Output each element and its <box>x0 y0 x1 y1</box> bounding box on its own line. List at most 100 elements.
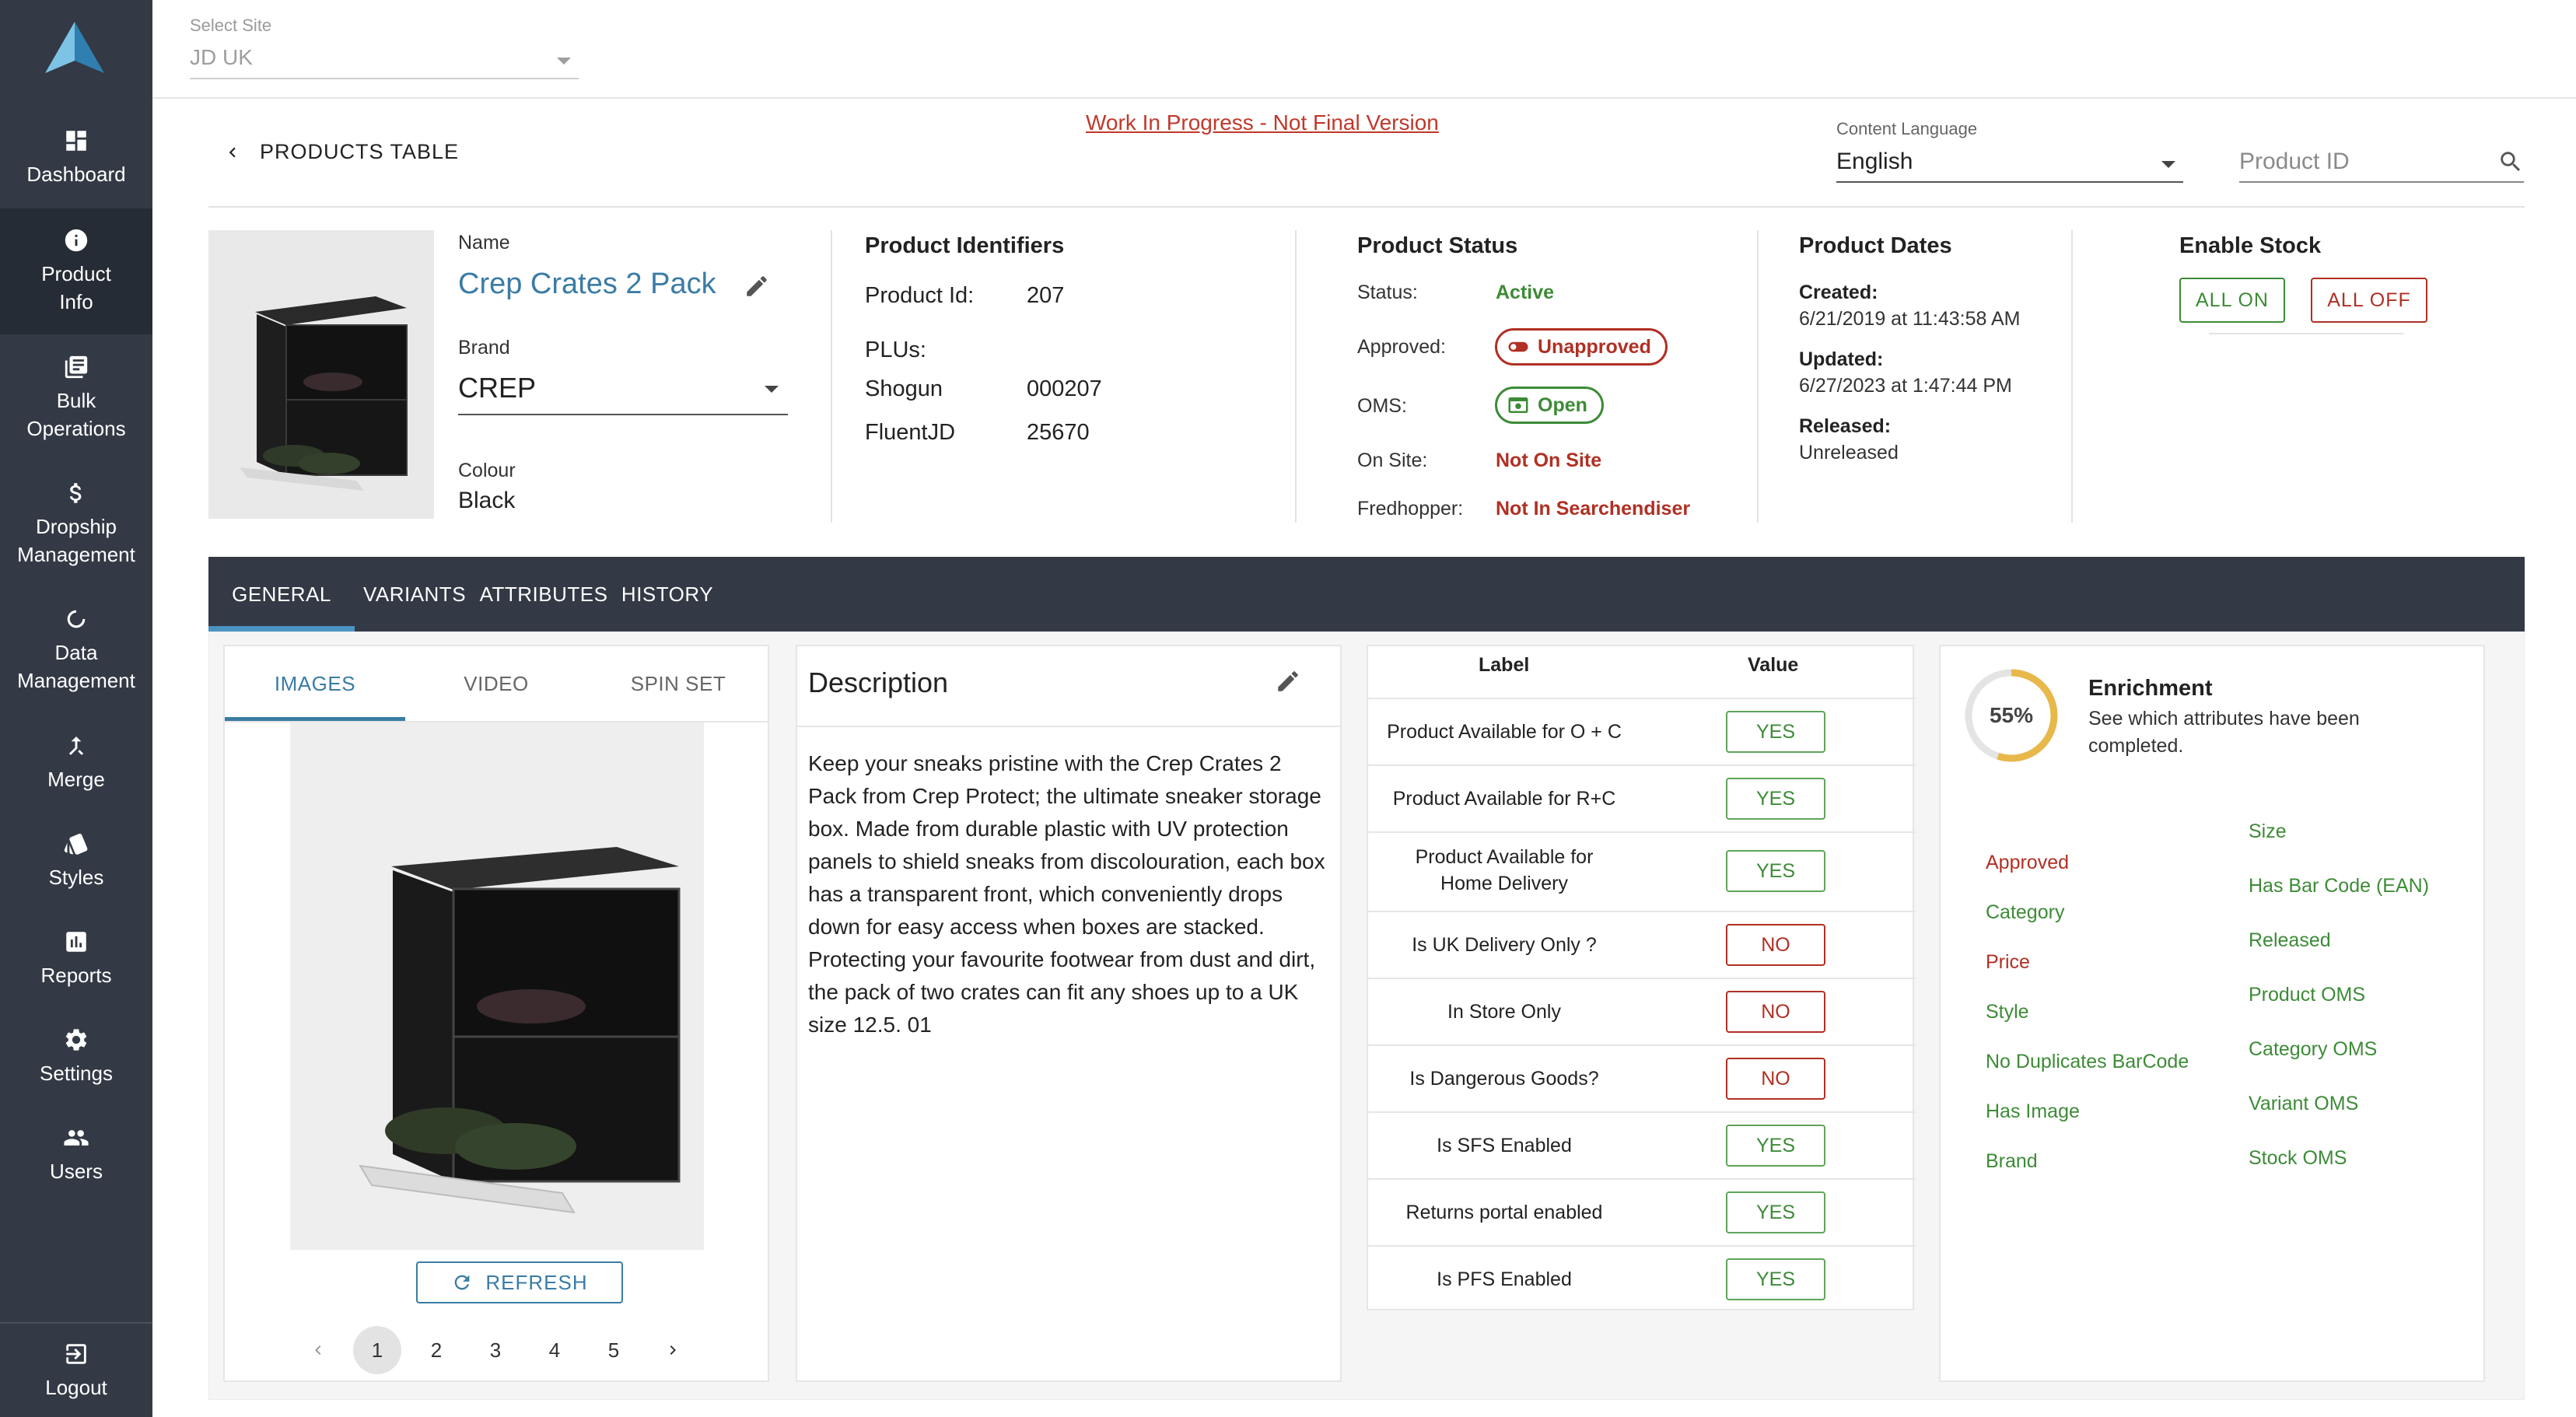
edit-name-pencil-icon[interactable] <box>744 273 770 299</box>
nav-label-reports: Reports <box>40 964 112 987</box>
attribute-product-oms: Product OMS <box>2249 984 2366 1006</box>
attribute-category: Category <box>1986 901 2065 923</box>
work-in-progress-notice[interactable]: Work In Progress - Not Final Version <box>1086 110 1439 135</box>
nav-item-reports[interactable]: Reports <box>0 910 152 1008</box>
nav-item-dashboard[interactable]: Dashboard <box>0 109 152 207</box>
nav-item-bulk-operations[interactable]: Bulk Operations <box>0 336 152 460</box>
attribute-size: Size <box>2249 820 2287 842</box>
updated-value: 6/27/2023 at 1:47:44 PM <box>1799 375 2012 397</box>
flag-value-toggle[interactable]: YES <box>1726 711 1825 753</box>
plu-fluentjd-label: FluentJD <box>865 420 956 445</box>
section-divider <box>2071 230 2073 523</box>
all-on-button[interactable]: ALL ON <box>2179 278 2285 323</box>
oms-status-chip[interactable]: Open <box>1495 387 1604 424</box>
description-text: Keep your sneaks pristine with the Crep … <box>808 751 1325 1037</box>
nav-item-dropship-management[interactable]: Dropship Management <box>0 462 152 586</box>
approved-status-value: Unapproved <box>1538 335 1651 358</box>
attribute-no-duplicates-barcode: No Duplicates BarCode <box>1986 1051 2189 1072</box>
refresh-images-button[interactable]: REFRESH <box>416 1261 623 1303</box>
attribute-variant-oms: Variant OMS <box>2249 1093 2359 1114</box>
product-id-label: Product Id: <box>865 283 975 308</box>
brand-select[interactable]: CREP <box>458 367 788 415</box>
chevron-right-icon <box>670 1345 676 1355</box>
description-divider <box>797 726 1342 727</box>
attribute-style: Style <box>1986 1001 2029 1023</box>
oms-label: OMS: <box>1357 395 1407 417</box>
pager-page-2[interactable]: 2 <box>412 1326 460 1374</box>
nav-item-merge[interactable]: Merge <box>0 714 152 812</box>
flag-label: Product Available for O + C <box>1387 721 1622 743</box>
flag-label: Is PFS Enabled <box>1437 1268 1572 1290</box>
flags-table: Label Value Product Available for O + C … <box>1367 645 1916 1310</box>
colour-value: Black <box>458 488 516 513</box>
product-thumbnail <box>208 230 434 519</box>
site-select[interactable]: JD UK <box>190 40 579 79</box>
logout-button[interactable]: Logout <box>0 1325 152 1417</box>
table-row: Is PFS Enabled YES <box>1368 1245 1916 1310</box>
table-row: Is Dangerous Goods? NO <box>1368 1044 1916 1111</box>
flag-value-toggle[interactable]: NO <box>1726 991 1825 1033</box>
flag-label: In Store Only <box>1447 1001 1561 1023</box>
flag-value-toggle[interactable]: YES <box>1726 778 1825 820</box>
product-id-search[interactable] <box>2239 142 2524 183</box>
product-thumbnail-image <box>208 230 434 519</box>
chevron-down-icon <box>765 386 779 393</box>
chevron-left-icon <box>315 1345 321 1355</box>
nav-item-product-info[interactable]: Product Info <box>0 208 152 334</box>
pager-next-button[interactable] <box>649 1326 697 1374</box>
flag-value-toggle[interactable]: NO <box>1726 924 1825 966</box>
content-language-select[interactable]: English <box>1836 142 2183 183</box>
nav-item-styles[interactable]: Styles <box>0 812 152 910</box>
tab-history[interactable]: HISTORY <box>613 557 722 632</box>
tab-general[interactable]: GENERAL <box>208 557 355 632</box>
back-to-products-table-link[interactable]: PRODUCTS TABLE <box>222 140 459 164</box>
pager-page-1[interactable]: 1 <box>353 1326 401 1374</box>
approved-status-chip[interactable]: Unapproved <box>1495 328 1668 366</box>
flag-value-toggle[interactable]: NO <box>1726 1058 1825 1100</box>
nav-item-data-management[interactable]: Data Management <box>0 588 152 712</box>
edit-description-pencil-icon[interactable] <box>1275 668 1301 695</box>
product-id-input[interactable] <box>2239 149 2473 175</box>
flag-value-toggle[interactable]: YES <box>1726 1258 1825 1300</box>
pager-page-3[interactable]: 3 <box>471 1326 520 1374</box>
styles-icon <box>64 833 88 855</box>
released-label: Released: <box>1799 415 1892 437</box>
nav-item-users[interactable]: Users <box>0 1106 152 1204</box>
status-label: Status: <box>1357 282 1418 303</box>
table-row: Is UK Delivery Only ? NO <box>1368 911 1916 978</box>
created-label: Created: <box>1799 282 1878 303</box>
sidebar-divider <box>0 1322 152 1324</box>
media-tab-video[interactable]: VIDEO <box>405 646 587 721</box>
attribute-has-image: Has Image <box>1986 1100 2080 1122</box>
enable-stock-title: Enable Stock <box>2179 233 2322 258</box>
plu-fluentjd-value: 25670 <box>1027 420 1090 445</box>
pager-page-4[interactable]: 4 <box>530 1326 579 1374</box>
general-tab-content: IMAGES VIDEO SPIN SET REFRESH 1 2 3 4 5 … <box>208 632 2525 1400</box>
content-language-value: English <box>1836 149 1913 174</box>
nav-label-dashboard: Dashboard <box>26 163 126 186</box>
media-tab-spin-set[interactable]: SPIN SET <box>587 646 769 721</box>
table-row: Product Available for R+C YES <box>1368 764 1916 831</box>
media-tab-images[interactable]: IMAGES <box>225 646 405 721</box>
product-status-title: Product Status <box>1357 233 1518 258</box>
pager-page-5[interactable]: 5 <box>590 1326 638 1374</box>
created-value: 6/21/2019 at 11:43:58 AM <box>1799 308 2021 330</box>
nav-label-dropship-management: Dropship Management <box>17 515 135 566</box>
on-site-label: On Site: <box>1357 450 1428 471</box>
flag-value-toggle[interactable]: YES <box>1726 850 1825 892</box>
chevron-left-icon <box>229 147 236 157</box>
pager-prev-button[interactable] <box>294 1326 342 1374</box>
product-main-image-graphic <box>359 847 681 1214</box>
all-off-button[interactable]: ALL OFF <box>2311 278 2427 323</box>
tab-attributes[interactable]: ATTRIBUTES <box>474 557 613 632</box>
reports-icon <box>66 932 86 952</box>
description-title: Description <box>808 667 949 698</box>
search-icon[interactable] <box>2497 149 2524 175</box>
tab-variants[interactable]: VARIANTS <box>355 557 474 632</box>
product-name: Crep Crates 2 Pack <box>458 268 716 300</box>
flag-value-toggle[interactable]: YES <box>1726 1191 1825 1233</box>
flag-value-toggle[interactable]: YES <box>1726 1125 1825 1167</box>
chevron-down-icon <box>557 58 571 65</box>
nav-item-settings[interactable]: Settings <box>0 1008 152 1106</box>
table-row: Product Available for Home Delivery YES <box>1368 831 1916 911</box>
